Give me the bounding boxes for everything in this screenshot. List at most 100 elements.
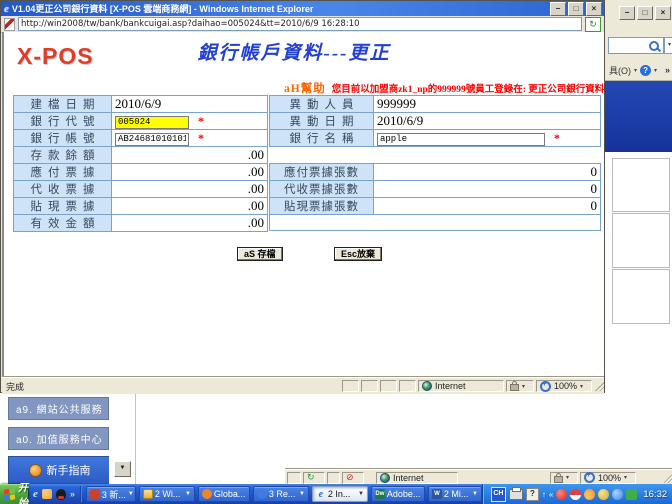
blocked-icon: ⊘: [342, 472, 364, 484]
search-input[interactable]: [608, 37, 664, 54]
login-status-text: 您目前以加盟商zk1_np的999999號員工登錄在: 更正公司銀行資料: [332, 81, 605, 95]
security-zone: Internet: [376, 472, 458, 484]
field-label: 代收票據張數: [270, 180, 374, 197]
url-field[interactable]: http://win2008/tw/bank/bankcuigai.asp?da…: [18, 17, 582, 31]
window-title: V1.04更正公司銀行資料 [X-POS 雲端商務網] - Windows In…: [12, 2, 548, 15]
security-zone: Internet: [418, 380, 504, 392]
bank-code-input[interactable]: [115, 116, 189, 129]
effective-amount-value: .00: [112, 215, 268, 232]
save-button[interactable]: aS 存檔: [237, 247, 283, 261]
refresh-icon[interactable]: ↻: [585, 17, 601, 32]
status-segment: [399, 380, 416, 392]
resize-grip: [594, 381, 604, 391]
status-segment: [287, 472, 301, 484]
qq-icon[interactable]: [556, 489, 567, 500]
toolbar-overflow[interactable]: »: [665, 65, 670, 75]
qq-icon[interactable]: [56, 489, 66, 500]
tools-menu[interactable]: 具(O): [609, 64, 631, 77]
help-tray-icon[interactable]: ?: [526, 488, 539, 501]
cancel-button[interactable]: Esc放棄: [334, 247, 382, 261]
field-label: 銀行帳號: [14, 130, 112, 147]
globe-icon[interactable]: [612, 489, 623, 500]
sidebar-item-public-services[interactable]: a9. 網站公共服務: [8, 397, 109, 420]
red-ball-icon[interactable]: [570, 489, 581, 500]
hidden-icons-chevron[interactable]: «: [549, 490, 553, 499]
bank-form-left-table: 建檔日期 2010/6/9 銀行代號 * 銀行帳號 * 存款餘額 .00 應付票…: [13, 95, 268, 232]
zoom-control[interactable]: 100%▾: [536, 380, 592, 392]
language-indicator[interactable]: CH: [491, 487, 506, 502]
internet-explorer-icon[interactable]: e: [33, 488, 38, 500]
status-done-text: 完成: [2, 380, 340, 393]
content-box: [612, 158, 670, 212]
task-button-group-word[interactable]: W 2 Mi...▼: [428, 486, 482, 502]
maximize-icon[interactable]: □: [568, 2, 584, 16]
help-icon[interactable]: ?: [640, 65, 651, 76]
xpos-logo: X-POS: [17, 43, 94, 70]
notes-payable-count-value: 0: [374, 163, 601, 180]
browser-toolbar: 具(O) ▾ ? ▾ »: [605, 60, 672, 81]
address-bar: http://win2008/tw/bank/bankcuigai.asp?da…: [1, 16, 604, 33]
field-label: 應付票據張數: [270, 163, 374, 180]
app-icon: [90, 489, 100, 499]
word-icon: W: [432, 489, 442, 499]
collection-notes-value: .00: [112, 181, 268, 198]
edit-bank-data-window: e V1.04更正公司銀行資料 [X-POS 雲端商務網] - Windows …: [0, 0, 605, 393]
pet-icon[interactable]: [598, 489, 609, 500]
restore-icon[interactable]: □: [637, 6, 653, 20]
login-help-line: aH幫助 您目前以加盟商zk1_np的999999號員工登錄在: 更正公司銀行資…: [284, 80, 602, 96]
quick-launch-overflow[interactable]: »: [70, 489, 75, 499]
scroll-down-icon[interactable]: ▼: [114, 461, 131, 477]
field-label: 銀行名稱: [270, 130, 374, 147]
zoom-control[interactable]: 100%▾: [580, 472, 636, 484]
printer-icon[interactable]: [509, 489, 523, 500]
bank-name-input[interactable]: [377, 133, 545, 146]
lock-icon: [510, 384, 519, 391]
flame-icon[interactable]: [584, 489, 595, 500]
empty-cell: [270, 214, 601, 231]
sidebar-item-value-added-center[interactable]: a0. 加值服務中心: [8, 427, 109, 450]
dialog-status-bar: 完成 Internet ▾ 100%▾: [2, 377, 604, 394]
field-label: 貼現票據: [14, 198, 112, 215]
internet-zone-icon: [422, 381, 432, 391]
internet-explorer-icon: e: [4, 3, 9, 15]
notes-payable-value: .00: [112, 164, 268, 181]
field-label: 銀行代號: [14, 113, 112, 130]
protected-mode-indicator[interactable]: ▾: [506, 380, 534, 392]
required-asterisk: *: [198, 114, 204, 128]
task-button-adobe[interactable]: Dw Adobe...: [371, 486, 425, 502]
background-window-bottom: a9. 網站公共服務 a0. 加值服務中心 新手指南 ▼ ↻ ⊘ Interne…: [0, 393, 672, 484]
messenger-icon[interactable]: [42, 489, 52, 499]
task-button-group-3[interactable]: 3 Re...▼: [253, 486, 309, 502]
search-options-dropdown[interactable]: ▾: [664, 37, 672, 54]
discounted-notes-value: .00: [112, 198, 268, 215]
minimize-icon[interactable]: −: [619, 6, 635, 20]
task-button-group-2[interactable]: 2 Wi...▼: [139, 486, 195, 502]
close-icon[interactable]: ×: [586, 2, 602, 16]
close-icon[interactable]: ×: [655, 6, 671, 20]
collection-notes-count-value: 0: [374, 180, 601, 197]
status-segment: [361, 380, 378, 392]
start-button[interactable]: 开始: [0, 484, 28, 504]
minimize-icon[interactable]: −: [550, 2, 566, 16]
required-asterisk: *: [554, 131, 560, 145]
protected-mode-indicator[interactable]: ▾: [550, 472, 578, 484]
field-label: 應付票據: [14, 164, 112, 181]
resize-grip: [662, 473, 672, 483]
task-button-group-1[interactable]: 3 新...▼: [86, 486, 136, 502]
help-link[interactable]: aH幫助: [284, 80, 326, 96]
page-icon: [4, 18, 15, 31]
task-button-global[interactable]: Globa...: [198, 486, 250, 502]
internet-explorer-icon: e: [316, 489, 326, 499]
task-button-internet-explorer-active[interactable]: e 2 In...▼: [312, 486, 368, 502]
folder-icon: [143, 489, 153, 499]
antivirus-icon[interactable]: [626, 489, 637, 500]
status-segment: [380, 380, 397, 392]
up-arrow-icon[interactable]: ↑: [542, 490, 546, 499]
deposit-balance-value: .00: [112, 147, 268, 164]
bank-account-input[interactable]: [115, 133, 189, 146]
field-label: 貼現票據張數: [270, 197, 374, 214]
windows-logo-icon: [4, 488, 15, 500]
field-label: 建檔日期: [14, 96, 112, 113]
page-header-band: 助(F1): [605, 81, 672, 152]
search-icon: [649, 41, 659, 51]
